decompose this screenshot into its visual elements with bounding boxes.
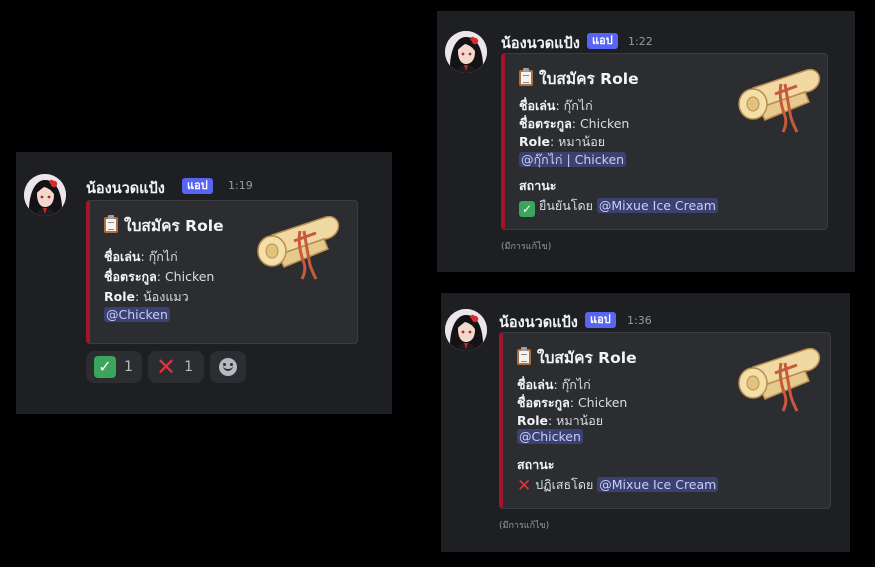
app-badge: แอป <box>585 312 616 328</box>
message-panel-3: น้องนวดแป้ง แอป 1:36 ใบสมัคร Role ชื่อเล… <box>441 293 850 552</box>
bot-avatar[interactable] <box>445 31 487 73</box>
message-panel-2: น้องนวดแป้ง แอป 1:22 ใบสมัคร Role ชื่อเล… <box>437 11 855 272</box>
user-mention-row: @Chicken <box>517 429 583 444</box>
add-reaction-button[interactable] <box>210 351 246 383</box>
user-mention[interactable]: @Chicken <box>517 429 583 444</box>
role-field: Role: หมาน้อย <box>517 413 604 428</box>
bot-username[interactable]: น้องนวดแป้ง <box>499 311 578 334</box>
user-mention[interactable]: @Chicken <box>104 307 170 322</box>
user-mention-row: @Chicken <box>104 307 170 322</box>
edited-indicator: (มีการแก้ไข) <box>499 521 550 531</box>
clipboard-icon <box>517 347 531 365</box>
clipboard-icon <box>104 215 118 233</box>
check-mark-icon: ✓ <box>519 201 535 217</box>
message-timestamp[interactable]: 1:19 <box>228 179 253 192</box>
scroll-icon <box>250 211 342 287</box>
app-badge: แอป <box>182 178 213 194</box>
surname-field: ชื่อตระกูล: Chicken <box>517 395 628 410</box>
application-embed: ใบสมัคร Role ชื่อเล่น: กุ๊กไก่ ชื่อตระกู… <box>501 53 828 230</box>
bot-avatar[interactable] <box>445 309 487 351</box>
reaction-check[interactable]: ✓ 1 <box>86 351 142 383</box>
scroll-icon <box>731 343 823 419</box>
status-row: ✓ ยืนยันโดย @Mixue Ice Cream <box>519 196 718 217</box>
embed-title: ใบสมัคร Role <box>517 345 637 370</box>
message-timestamp[interactable]: 1:36 <box>627 314 652 327</box>
user-mention-row: @กุ๊กไก่ | Chicken <box>519 150 627 170</box>
bot-username[interactable]: น้องนวดแป้ง <box>501 32 580 55</box>
nickname-field: ชื่อเล่น: กุ๊กไก่ <box>517 377 591 392</box>
moderator-mention[interactable]: @Mixue Ice Cream <box>597 477 719 492</box>
message-panel-1: น้องนวดแป้ง แอป 1:19 ใบสมัคร Role ชื่อเล… <box>16 152 392 414</box>
moderator-mention[interactable]: @Mixue Ice Cream <box>596 198 718 213</box>
embed-title: ใบสมัคร Role <box>519 66 639 91</box>
nickname-field: ชื่อเล่น: กุ๊กไก่ <box>104 249 178 264</box>
application-embed: ใบสมัคร Role ชื่อเล่น: กุ๊กไก่ ชื่อตระกู… <box>86 200 358 344</box>
user-mention[interactable]: @กุ๊กไก่ | Chicken <box>519 152 627 167</box>
bot-username[interactable]: น้องนวดแป้ง <box>86 177 165 200</box>
nickname-field: ชื่อเล่น: กุ๊กไก่ <box>519 98 593 113</box>
cross-mark-icon: ✕ <box>156 353 177 381</box>
app-badge: แอป <box>587 33 618 49</box>
edited-indicator: (มีการแก้ไข) <box>501 242 552 252</box>
reaction-cross[interactable]: ✕ 1 <box>148 351 204 383</box>
embed-title: ใบสมัคร Role <box>104 213 224 238</box>
status-row: ✕ ปฏิเสธโดย @Mixue Ice Cream <box>517 475 719 496</box>
status-text: ปฏิเสธโดย <box>535 477 594 492</box>
check-mark-icon: ✓ <box>94 356 116 378</box>
status-label: สถานะ <box>519 178 557 193</box>
add-reaction-icon <box>219 358 237 376</box>
role-field: Role: น้องแมว <box>104 289 189 304</box>
scroll-icon <box>731 64 823 140</box>
surname-field: ชื่อตระกูล: Chicken <box>104 269 215 284</box>
bot-avatar[interactable] <box>24 174 66 216</box>
status-text: ยืนยันโดย <box>539 198 593 213</box>
surname-field: ชื่อตระกูล: Chicken <box>519 116 630 131</box>
status-label: สถานะ <box>517 457 555 472</box>
message-timestamp[interactable]: 1:22 <box>628 35 653 48</box>
cross-mark-icon: ✕ <box>517 476 532 496</box>
clipboard-icon <box>519 68 533 86</box>
role-field: Role: หมาน้อย <box>519 134 606 149</box>
application-embed: ใบสมัคร Role ชื่อเล่น: กุ๊กไก่ ชื่อตระกู… <box>499 332 831 509</box>
